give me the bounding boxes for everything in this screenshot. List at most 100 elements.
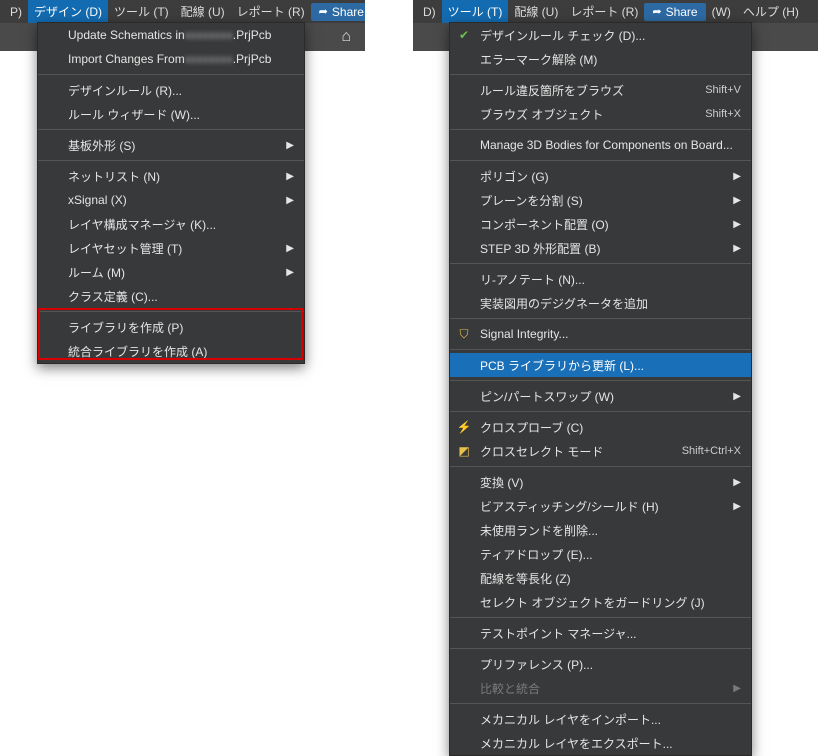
menu-item[interactable]: Update Schematics in xxxxxxxx.PrjPcb [38, 23, 304, 47]
menu-item[interactable]: ビアスティッチング/シールド (H)▶ [450, 494, 751, 518]
menu-separator [450, 129, 751, 130]
menu-item[interactable]: ⛉Signal Integrity... [450, 322, 751, 346]
menu-item[interactable]: STEP 3D 外形配置 (B)▶ [450, 236, 751, 260]
submenu-arrow-icon: ▶ [733, 219, 741, 230]
menu-item[interactable]: PCB ライブラリから更新 (L)... [450, 353, 751, 377]
menubar-stub[interactable]: P) [4, 2, 28, 22]
submenu-arrow-icon: ▶ [733, 683, 741, 694]
menu-item-label: 統合ライブラリを作成 (A) [68, 343, 207, 360]
menu-item[interactable]: 基板外形 (S) ▶ [38, 133, 304, 157]
menu-item[interactable]: プレーンを分割 (S)▶ [450, 188, 751, 212]
menu-item[interactable]: ◩ クロスセレクト モード Shift+Ctrl+X [450, 439, 751, 463]
menu-item-label: プリファレンス (P)... [480, 656, 593, 673]
menu-item[interactable]: 未使用ランドを削除... [450, 518, 751, 542]
home-icon[interactable]: ⌂ [341, 28, 351, 46]
menu-route[interactable]: 配線 (U) [175, 0, 231, 23]
menu-item-label: リ-アノテート (N)... [480, 271, 585, 288]
menu-item[interactable]: xSignal (X) ▶ [38, 188, 304, 212]
menu-item[interactable]: 配線を等長化 (Z) [450, 566, 751, 590]
menu-tools[interactable]: ツール (T) [108, 0, 175, 23]
menu-item[interactable]: ネットリスト (N)▶ [38, 164, 304, 188]
menu-item-label: クラス定義 (C)... [68, 288, 158, 305]
menu-item[interactable]: 変換 (V) ▶ [450, 470, 751, 494]
menu-item[interactable]: ライブラリを作成 (P) [38, 315, 304, 339]
menu-help[interactable]: ヘルプ (H) [737, 0, 805, 23]
menubar-stub[interactable]: D) [417, 2, 442, 22]
menu-item[interactable]: コンポーネント配置 (O)▶ [450, 212, 751, 236]
cs-icon: ◩ [456, 443, 472, 459]
menu-item-label: Signal Integrity... [480, 327, 569, 341]
submenu-arrow-icon: ▶ [733, 477, 741, 488]
menu-separator [450, 263, 751, 264]
menu-item[interactable]: メカニカル レイヤをエクスポート... [450, 731, 751, 755]
menu-item-label: 変換 (V) [480, 474, 523, 491]
menu-report[interactable]: レポート (R) [564, 0, 644, 23]
menu-item[interactable]: テストポイント マネージャ... [450, 621, 751, 645]
menu-route[interactable]: 配線 (U) [508, 0, 564, 23]
menu-separator [450, 349, 751, 350]
menu-report[interactable]: レポート (R) [231, 0, 311, 23]
menu-design[interactable]: デザイン (D) [28, 0, 108, 23]
menu-item[interactable]: 実装図用のデジグネータを追加 [450, 291, 751, 315]
menu-item-label: 配線を等長化 (Z) [480, 570, 571, 587]
menu-item[interactable]: セレクト オブジェクトをガードリング (J) [450, 590, 751, 614]
menu-item-label: テストポイント マネージャ... [480, 625, 637, 642]
menubar-left: P) デザイン (D) ツール (T) 配線 (U) レポート (R) Shar… [0, 0, 365, 23]
share-button[interactable]: Share [311, 3, 365, 21]
submenu-arrow-icon: ▶ [733, 391, 741, 402]
menu-item-label: Update Schematics in [68, 28, 185, 42]
menu-item[interactable]: ✔デザインルール チェック (D)... [450, 23, 751, 47]
menu-item[interactable]: プリファレンス (P)... [450, 652, 751, 676]
menu-item-label: ルーム (M) [68, 264, 125, 281]
menu-item[interactable]: Manage 3D Bodies for Components on Board… [450, 133, 751, 157]
design-menu: Update Schematics in xxxxxxxx.PrjPcbImpo… [37, 22, 305, 364]
menu-separator [450, 411, 751, 412]
submenu-arrow-icon: ▶ [286, 195, 294, 206]
submenu-arrow-icon: ▶ [733, 195, 741, 206]
menu-item[interactable]: 統合ライブラリを作成 (A) [38, 339, 304, 363]
menu-separator [38, 160, 304, 161]
menu-item[interactable]: ティアドロップ (E)... [450, 542, 751, 566]
menu-item[interactable]: レイヤセット管理 (T) ▶ [38, 236, 304, 260]
menu-item[interactable]: Import Changes From xxxxxxxx.PrjPcb [38, 47, 304, 71]
menu-item-label: セレクト オブジェクトをガードリング (J) [480, 594, 705, 611]
menu-item[interactable]: ポリゴン (G)▶ [450, 164, 751, 188]
menu-item-label: メカニカル レイヤをインポート... [480, 711, 661, 728]
menu-separator [450, 160, 751, 161]
menu-item-label: ポリゴン (G) [480, 168, 549, 185]
menu-item-suffix: .PrjPcb [233, 28, 272, 42]
menu-item[interactable]: ルーム (M)▶ [38, 260, 304, 284]
menu-item[interactable]: ルール ウィザード (W)... [38, 102, 304, 126]
menu-item-label: ピン/パートスワップ (W) [480, 388, 614, 405]
menu-separator [450, 617, 751, 618]
menu-item[interactable]: ブラウズ オブジェクトShift+X [450, 102, 751, 126]
menu-item-label: デザインルール (R)... [68, 82, 182, 99]
menu-item-label: 基板外形 (S) [68, 137, 135, 154]
menu-item[interactable]: エラーマーク解除 (M) [450, 47, 751, 71]
menu-separator [450, 318, 751, 319]
menu-item[interactable]: リ-アノテート (N)... [450, 267, 751, 291]
menu-item[interactable]: デザインルール (R)... [38, 78, 304, 102]
menu-item[interactable]: ピン/パートスワップ (W) ▶ [450, 384, 751, 408]
menu-item-label: レイヤ構成マネージャ (K)... [68, 216, 216, 233]
menu-item[interactable]: レイヤ構成マネージャ (K)... [38, 212, 304, 236]
menu-separator [38, 311, 304, 312]
menu-item-label: レイヤセット管理 (T) [68, 240, 182, 257]
menubar-tail[interactable]: (W) [706, 2, 737, 22]
menu-item[interactable]: クラス定義 (C)... [38, 284, 304, 308]
hidden-project-name: xxxxxxxx [185, 52, 233, 66]
menu-item-label: ブラウズ オブジェクト [480, 106, 603, 123]
menu-shortcut: Shift+Ctrl+X [682, 445, 741, 457]
share-button[interactable]: Share [644, 3, 705, 21]
menu-item-label: Import Changes From [68, 52, 185, 66]
submenu-arrow-icon: ▶ [286, 243, 294, 254]
menu-item-label: ルール違反箇所をブラウズ [480, 82, 624, 99]
menu-item-label: xSignal (X) [68, 193, 127, 207]
menu-item-label: クロスプローブ (C) [480, 419, 583, 436]
menu-tools[interactable]: ツール (T) [442, 0, 509, 23]
menu-item[interactable]: メカニカル レイヤをインポート... [450, 707, 751, 731]
submenu-arrow-icon: ▶ [286, 140, 294, 151]
menu-item[interactable]: ルール違反箇所をブラウズShift+V [450, 78, 751, 102]
menu-item-label: クロスセレクト モード [480, 443, 603, 460]
menu-item[interactable]: ⚡クロスプローブ (C) [450, 415, 751, 439]
